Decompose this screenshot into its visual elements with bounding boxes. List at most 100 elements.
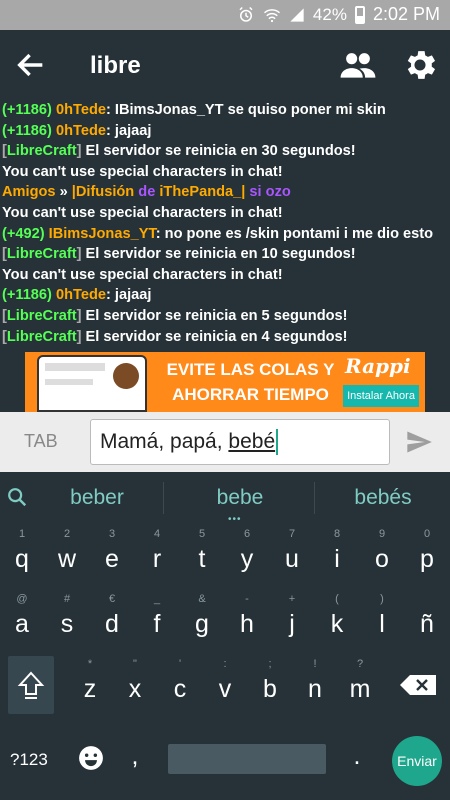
clock: 2:02 PM	[372, 4, 440, 24]
key-label: k	[330, 610, 344, 638]
chat-line: You can't use special characters in chat…	[2, 203, 450, 224]
status-icons: 42% 2:02 PM	[237, 4, 440, 25]
search-icon[interactable]	[6, 486, 28, 508]
key-hint: 5	[198, 528, 206, 540]
chat-segment: (+492)	[2, 225, 49, 242]
back-arrow-icon[interactable]	[14, 48, 48, 82]
space-key[interactable]	[168, 744, 326, 774]
key-label: j	[289, 610, 295, 638]
key-w[interactable]: 2w	[46, 527, 88, 585]
shift-icon[interactable]	[8, 656, 54, 714]
chat-segment: (+1186)	[2, 122, 56, 139]
key-b[interactable]: ; b	[249, 657, 291, 715]
ad-phone-image	[37, 355, 147, 412]
key-o[interactable]: 9o	[361, 527, 403, 585]
key-r[interactable]: 4r	[136, 527, 178, 585]
chat-segment: (+1186)	[2, 102, 56, 118]
key-hint: +	[288, 593, 296, 605]
ad-install-button[interactable]: Instalar Ahora	[343, 385, 419, 407]
chat-segment: : jajaaj	[105, 287, 152, 304]
key-x[interactable]: " x	[114, 657, 156, 715]
key-v[interactable]: :v	[204, 657, 246, 715]
chat-line: Amigos » |Difusión de iThePanda_| si ozo	[2, 182, 450, 203]
key-g[interactable]: & g	[181, 592, 223, 650]
key-f[interactable]: _ f	[136, 592, 178, 650]
gear-icon[interactable]	[400, 46, 440, 84]
ad-banner[interactable]: EVITE LAS COLAS Y AHORRAR TIEMPO Rappi I…	[25, 352, 425, 412]
chat-segment: El servidor se reinicia en 4 segundos!	[85, 328, 348, 345]
key-i[interactable]: 8i	[316, 527, 358, 585]
people-icon[interactable]	[338, 46, 378, 84]
comma-key[interactable]: ,	[122, 742, 148, 782]
battery-icon	[354, 5, 365, 24]
key-d[interactable]: € d	[91, 592, 133, 650]
suggestion-2[interactable]: bebe	[175, 486, 305, 510]
key-a[interactable]: @ a	[1, 592, 43, 650]
chat-line: [LibreCraft] El servidor se reinicia en …	[2, 141, 450, 162]
key-m[interactable]: ? m	[339, 657, 381, 715]
key-y[interactable]: 6y	[226, 527, 268, 585]
suggestion-strip: beber bebe ••• bebés	[0, 472, 450, 525]
message-input[interactable]: Mamá, papá, bebé	[90, 419, 390, 465]
key-label: p	[420, 545, 434, 573]
enviar-button[interactable]: Enviar	[392, 736, 442, 786]
chat-segment: El servidor se reinicia en 10 segundos!	[85, 246, 356, 263]
key-z[interactable]: * z	[69, 657, 111, 715]
chat-segment: LibreCraft	[6, 143, 77, 160]
chat-segment: You can't use special characters in chat…	[2, 163, 283, 180]
key-hint: &	[198, 593, 206, 605]
key-hint: 1	[18, 528, 26, 540]
chat-segment: LibreCraft	[6, 328, 77, 345]
key-c[interactable]: ' c	[159, 657, 201, 715]
key-t[interactable]: 5t	[181, 527, 223, 585]
key-hint: 9	[378, 528, 386, 540]
key-label: w	[57, 545, 77, 573]
key-ñ[interactable]: ñ	[406, 592, 448, 650]
chat-segment: El servidor se reinicia en 5 segundos!	[85, 307, 348, 324]
key-label: y	[240, 545, 254, 573]
key-q[interactable]: 1q	[1, 527, 43, 585]
chat-segment: El servidor se reinicia en 30 segundos!	[85, 143, 356, 160]
period-key[interactable]: .	[344, 742, 370, 782]
backspace-icon[interactable]	[396, 656, 442, 714]
send-icon[interactable]	[404, 428, 434, 456]
chat-segment: : IBimsJonas_YT se quiso poner mi skin	[105, 102, 386, 118]
key-hint: €	[108, 593, 116, 605]
wifi-icon	[263, 8, 280, 22]
suggestion-1[interactable]: beber	[32, 486, 162, 510]
key-hint: 6	[243, 528, 251, 540]
key-label: f	[153, 610, 161, 638]
chat-segment: Difusión	[75, 184, 135, 201]
key-l[interactable]: ) l	[361, 592, 403, 650]
tab-button[interactable]: TAB	[24, 431, 58, 452]
chat-segment: You can't use special characters in chat…	[2, 266, 283, 283]
key-u[interactable]: 7u	[271, 527, 313, 585]
key-hint: ;	[268, 658, 272, 670]
key-hint: )	[380, 593, 384, 605]
key-e[interactable]: 3e	[91, 527, 133, 585]
page-title: libre	[90, 52, 141, 79]
key-hint: -	[245, 593, 249, 605]
chat-segment: LibreCraft	[6, 307, 77, 324]
chat-segment: : no pone es /skin pontami i me dio esto	[155, 225, 434, 242]
key-hint: *	[87, 658, 93, 670]
app-root: 42% 2:02 PM libre (+1186) 0hTede: IBimsJ…	[0, 0, 450, 800]
key-s[interactable]: # s	[46, 592, 88, 650]
key-k[interactable]: (k	[316, 592, 358, 650]
key-n[interactable]: ! n	[294, 657, 336, 715]
key-p[interactable]: 0p	[406, 527, 448, 585]
ad-headline-1: EVITE LAS COLAS Y	[166, 360, 335, 379]
key-hint: 3	[108, 528, 116, 540]
text-cursor	[276, 429, 279, 456]
status-bar: 42% 2:02 PM	[0, 0, 450, 30]
key-label: c	[173, 675, 187, 703]
key-hint: _	[153, 593, 161, 605]
numbers-key[interactable]: ?123	[10, 750, 48, 770]
suggestion-3[interactable]: bebés	[318, 486, 448, 510]
key-j[interactable]: + j	[271, 592, 313, 650]
composing-word: bebé	[228, 430, 276, 453]
chat-segment: IBimsJonas_YT	[48, 225, 156, 242]
emoji-icon[interactable]	[78, 745, 104, 771]
key-hint: @	[16, 593, 28, 605]
key-h[interactable]: -h	[226, 592, 268, 650]
